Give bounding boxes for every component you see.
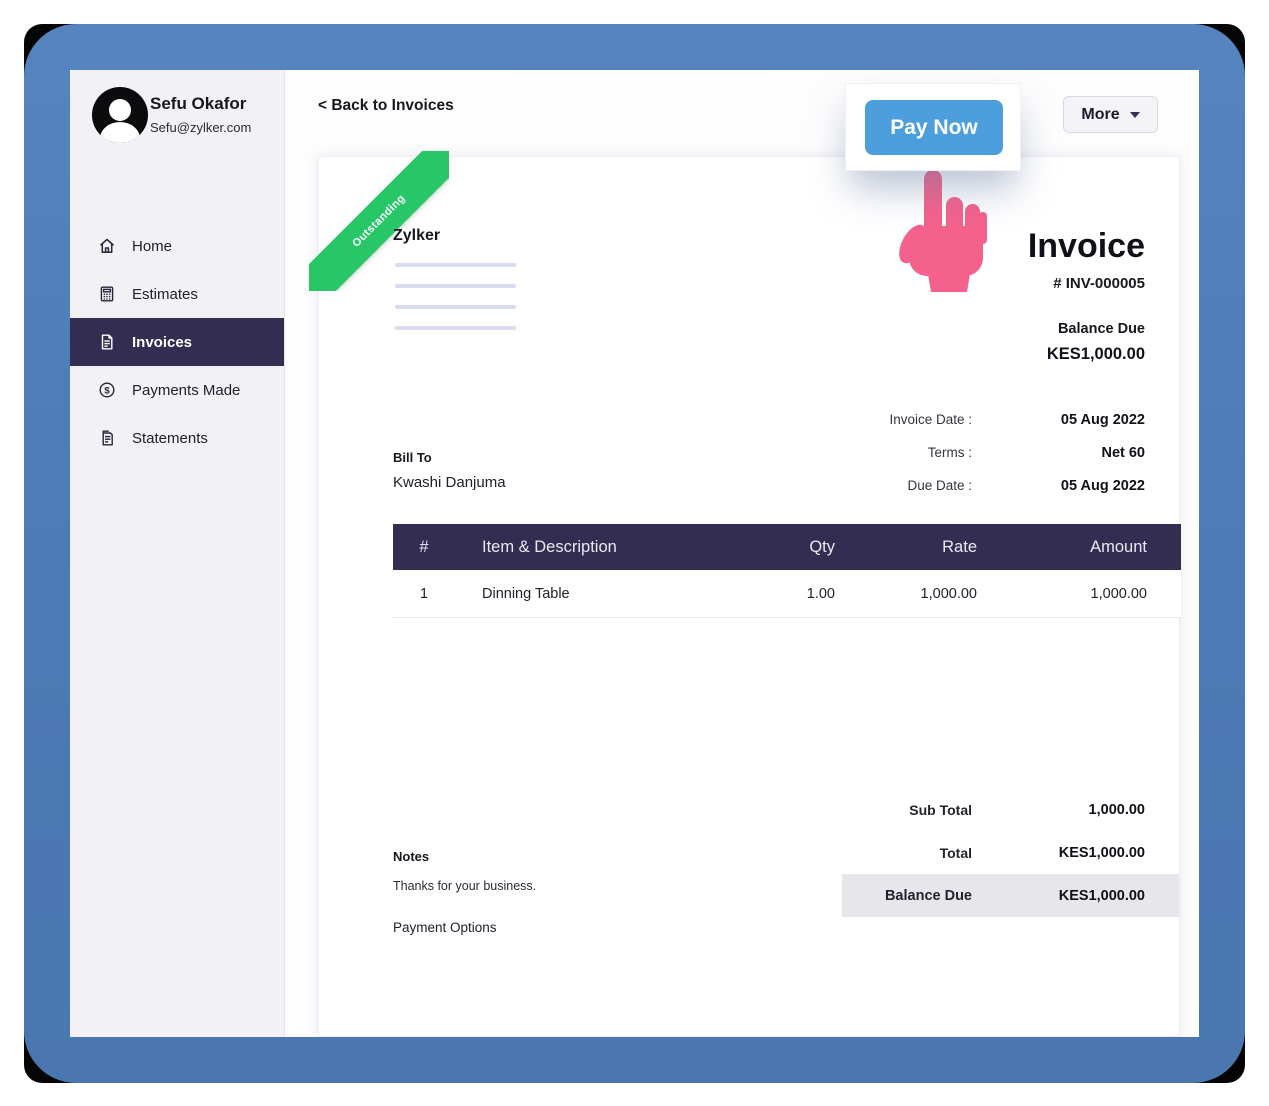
chevron-down-icon <box>1130 112 1140 118</box>
terms-row: Terms : Net 60 <box>745 436 1145 469</box>
payment-options-label: Payment Options <box>393 920 497 935</box>
bill-to-label: Bill To <box>393 450 432 465</box>
user-name: Sefu Okafor <box>150 94 246 114</box>
more-button[interactable]: More <box>1063 96 1158 133</box>
invoice-document-icon <box>97 333 116 352</box>
sidebar-item-label: Home <box>132 238 172 255</box>
table-row: 1 Dinning Table 1.00 1,000.00 1,000.00 <box>393 570 1181 618</box>
svg-text:$: $ <box>104 385 110 396</box>
col-header-number: # <box>393 538 455 557</box>
ribbon-fold <box>434 151 449 164</box>
home-icon <box>97 237 116 256</box>
sidebar-item-payments-made[interactable]: $ Payments Made <box>70 366 284 414</box>
sidebar-item-label: Statements <box>132 430 208 447</box>
sidebar-item-label: Payments Made <box>132 382 240 399</box>
terms-value: Net 60 <box>972 445 1145 461</box>
totals-section: Sub Total 1,000.00 Total KES1,000.00 Bal… <box>842 788 1179 917</box>
dollar-circle-icon: $ <box>97 381 116 400</box>
invoice-meta: Invoice Date : 05 Aug 2022 Terms : Net 6… <box>745 403 1145 502</box>
subtotal-row: Sub Total 1,000.00 <box>842 788 1179 831</box>
terms-label: Terms : <box>928 445 972 460</box>
cell-description: Dinning Table <box>455 586 715 602</box>
balance-due-total-value: KES1,000.00 <box>972 888 1145 904</box>
cell-rate: 1,000.00 <box>835 586 977 602</box>
total-value: KES1,000.00 <box>972 845 1145 861</box>
app-screen: Sefu Okafor Sefu@zylker.com Home <box>70 70 1199 1037</box>
subtotal-label: Sub Total <box>909 802 972 818</box>
due-date-row: Due Date : 05 Aug 2022 <box>745 469 1145 502</box>
col-header-qty: Qty <box>715 538 835 557</box>
sidebar-item-estimates[interactable]: Estimates <box>70 270 284 318</box>
invoice-date-label: Invoice Date : <box>889 412 972 427</box>
bill-to-name: Kwashi Danjuma <box>393 474 506 491</box>
sidebar-item-label: Estimates <box>132 286 198 303</box>
status-ribbon: Outstanding <box>309 151 449 291</box>
invoice-number: # INV-000005 <box>1053 275 1145 292</box>
statement-document-icon <box>97 429 116 448</box>
address-placeholder-line <box>395 284 516 288</box>
table-header-row: # Item & Description Qty Rate Amount <box>393 524 1181 570</box>
col-header-rate: Rate <box>835 538 977 557</box>
balance-due-row: Balance Due KES1,000.00 <box>842 874 1179 917</box>
total-row: Total KES1,000.00 <box>842 831 1179 874</box>
sidebar-nav: Home Estimates <box>70 222 284 462</box>
avatar <box>92 87 148 143</box>
sidebar-item-invoices[interactable]: Invoices <box>70 318 284 366</box>
notes-label: Notes <box>393 849 429 864</box>
notes-text: Thanks for your business. <box>393 879 536 893</box>
ribbon-fold <box>309 276 322 291</box>
address-placeholder-line <box>395 326 516 330</box>
balance-due-value: KES1,000.00 <box>1047 345 1145 364</box>
company-name: Zylker <box>393 227 440 245</box>
cell-amount: 1,000.00 <box>977 586 1181 602</box>
more-button-label: More <box>1081 106 1119 124</box>
col-header-amount: Amount <box>977 538 1181 557</box>
cursor-hand-icon <box>895 170 987 292</box>
back-to-invoices-link[interactable]: < Back to Invoices <box>318 97 454 115</box>
pay-now-button[interactable]: Pay Now <box>865 100 1003 155</box>
calculator-icon <box>97 285 116 304</box>
col-header-description: Item & Description <box>455 538 715 557</box>
address-placeholder-line <box>395 263 516 267</box>
invoice-title: Invoice <box>1028 227 1145 266</box>
address-placeholder-line <box>395 305 516 309</box>
line-items-table: # Item & Description Qty Rate Amount 1 D… <box>393 524 1181 618</box>
balance-due-label: Balance Due <box>1058 321 1145 337</box>
user-profile: Sefu Okafor Sefu@zylker.com <box>70 70 284 150</box>
invoice-document: Outstanding Zylker Invoice # INV-000005 … <box>318 156 1180 1037</box>
sidebar-item-statements[interactable]: Statements <box>70 414 284 462</box>
invoice-date-row: Invoice Date : 05 Aug 2022 <box>745 403 1145 436</box>
total-label: Total <box>940 845 972 861</box>
cell-qty: 1.00 <box>715 586 835 602</box>
subtotal-value: 1,000.00 <box>972 802 1145 818</box>
sidebar-item-label: Invoices <box>132 334 192 351</box>
user-email: Sefu@zylker.com <box>150 120 251 135</box>
cell-number: 1 <box>393 586 455 602</box>
due-date-label: Due Date : <box>907 478 972 493</box>
balance-due-total-label: Balance Due <box>885 888 972 904</box>
pay-now-card: Pay Now <box>845 83 1021 171</box>
status-badge: Outstanding <box>309 151 449 291</box>
sidebar: Sefu Okafor Sefu@zylker.com Home <box>70 70 285 1037</box>
sidebar-item-home[interactable]: Home <box>70 222 284 270</box>
due-date-value: 05 Aug 2022 <box>972 478 1145 494</box>
invoice-date-value: 05 Aug 2022 <box>972 412 1145 428</box>
